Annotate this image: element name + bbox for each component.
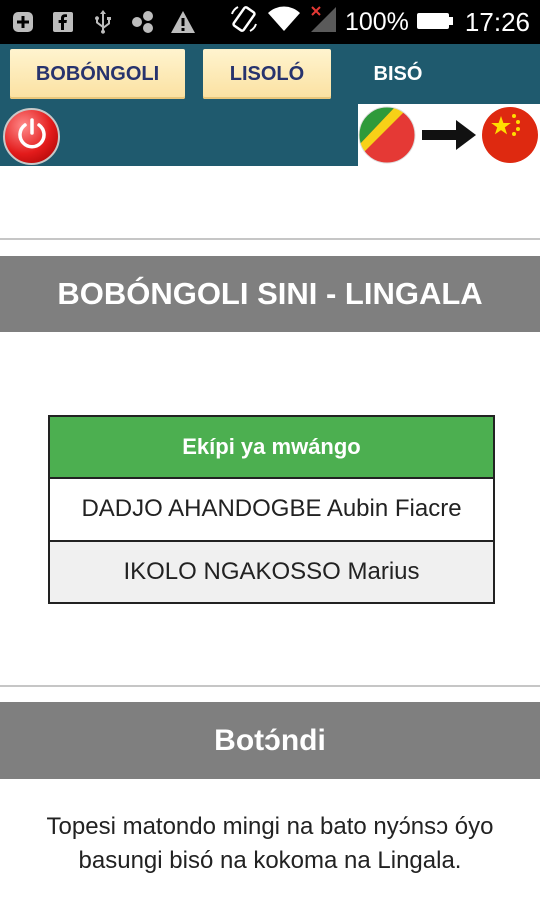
team-member: IKOLO NGAKOSSO Marius [49, 539, 494, 603]
share-icon [130, 9, 156, 35]
team-member: DADJO AHANDOGBE Aubin Fiacre [49, 477, 494, 541]
language-direction[interactable] [358, 104, 540, 166]
battery-icon [416, 7, 453, 38]
team-table: Ekípi ya mwángo DADJO AHANDOGBE Aubin Fi… [48, 415, 495, 604]
divider-top [0, 238, 540, 240]
congo-flag-icon [358, 106, 416, 164]
power-button[interactable] [3, 108, 60, 165]
toolbar [0, 104, 540, 166]
wifi-icon [267, 5, 301, 40]
battery-percent: 100% [344, 7, 409, 36]
section-title-thanks: Botɔ́ndi [0, 702, 540, 779]
power-icon [14, 116, 50, 157]
tab-lisolo[interactable]: LISOLÓ [203, 49, 331, 99]
facebook-icon [50, 9, 76, 35]
usb-icon [90, 9, 116, 35]
china-flag-icon [481, 106, 539, 164]
plus-icon [10, 9, 36, 35]
rotate-icon [229, 4, 259, 41]
signal-icon [309, 5, 337, 40]
section-title-dictionary: BOBÓNGOLI SINI - LINGALA [0, 256, 540, 332]
divider-bottom [0, 685, 540, 687]
thanks-text: Topesi matondo mingi na bato nyɔ́nsɔ óyo… [46, 813, 494, 874]
team-table-header: Ekípi ya mwángo [49, 416, 494, 479]
warning-icon [170, 9, 196, 35]
status-bar: 100% 17:26 [0, 0, 540, 44]
tab-biso[interactable]: BISÓ [340, 49, 456, 99]
tab-bar: BOBÓNGOLI LISOLÓ BISÓ [0, 44, 540, 104]
tab-bobongoli[interactable]: BOBÓNGOLI [10, 49, 185, 99]
arrow-right-icon [422, 120, 476, 150]
clock: 17:26 [464, 6, 530, 37]
